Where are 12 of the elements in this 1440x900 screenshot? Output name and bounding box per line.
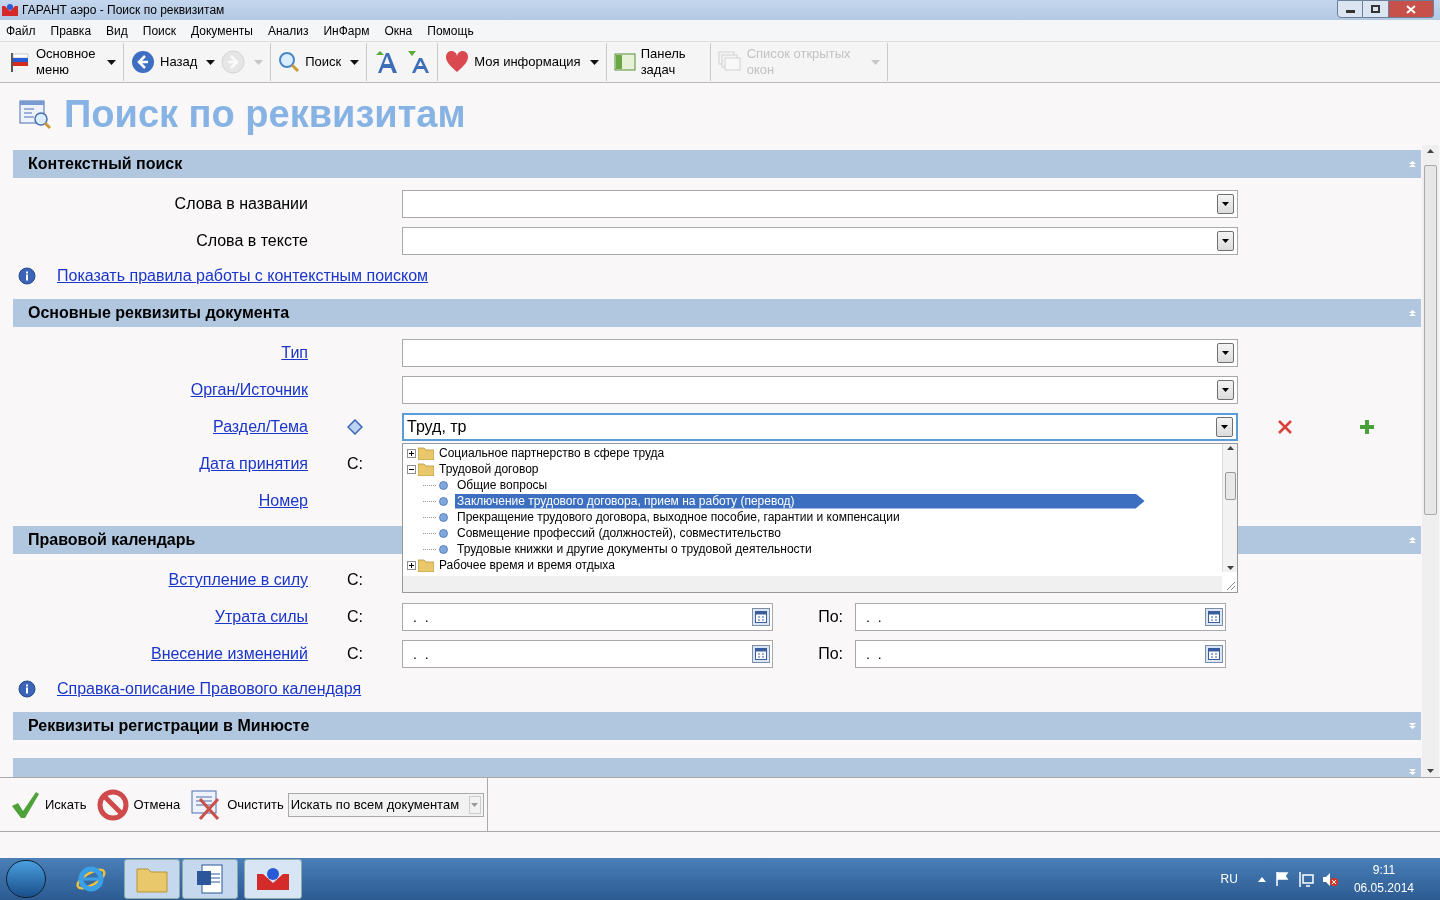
- from-label: С:: [347, 644, 363, 664]
- page-title: Поиск по реквизитам: [64, 95, 466, 133]
- field-label: Слова в тексте: [196, 231, 308, 251]
- from-label: С:: [347, 570, 363, 590]
- clock-time: 9:11: [1372, 862, 1396, 879]
- from-label: С:: [347, 454, 363, 474]
- window-title: ГАРАНТ аэро - Поиск по реквизитам: [22, 2, 225, 19]
- field-label: Слова в названии: [174, 194, 308, 214]
- to-label: По:: [818, 607, 843, 627]
- from-label: С:: [347, 607, 363, 627]
- to-label: По:: [818, 644, 843, 664]
- clock-date: 06.05.2014: [1353, 880, 1414, 897]
